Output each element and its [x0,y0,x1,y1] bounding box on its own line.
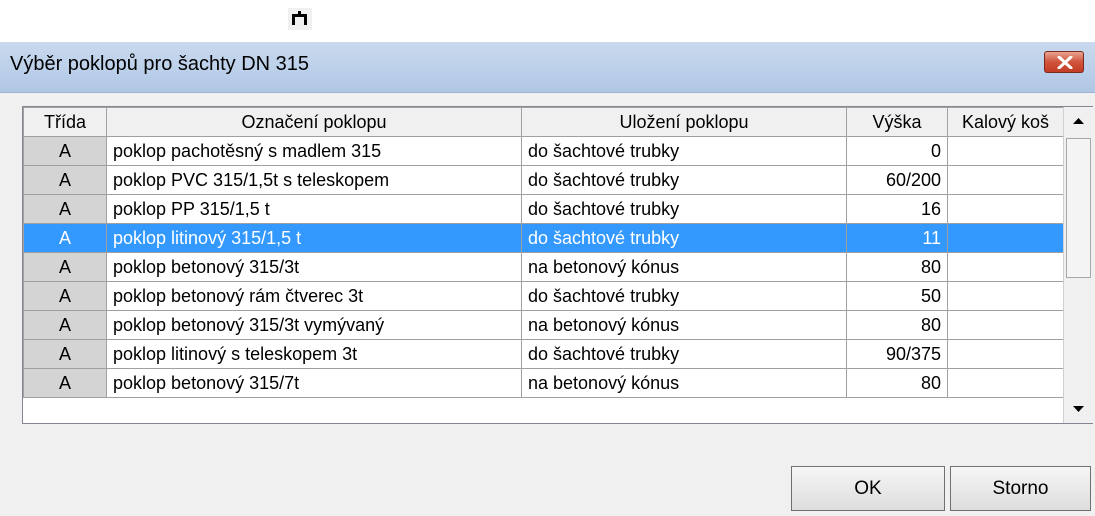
cell-trida[interactable]: A [23,165,107,195]
cell-oznaceni[interactable]: poklop litinový s teleskopem 3t [106,339,522,369]
cell-kalovy-kos[interactable] [947,136,1064,166]
cell-ulozeni[interactable]: do šachtové trubky [521,339,847,369]
close-icon [1057,56,1073,69]
cell-trida[interactable]: A [23,339,107,369]
cell-vyska[interactable]: 60/200 [846,165,948,195]
cell-ulozeni[interactable]: do šachtové trubky [521,136,847,166]
table-row[interactable]: Apoklop betonový 315/3t vymývaný na beton… [23,310,1064,340]
close-button[interactable] [1044,51,1084,73]
cell-trida[interactable]: A [23,136,107,166]
cell-oznaceni[interactable]: poklop betonový 315/3t [106,252,522,282]
scroll-down-button[interactable] [1064,394,1093,423]
cell-trida[interactable]: A [23,368,107,398]
cell-oznaceni[interactable]: poklop betonový 315/3t vymývaný [106,310,522,340]
column-header-kalovy-kos[interactable]: Kalový koš [947,107,1064,137]
cell-vyska[interactable]: 16 [846,194,948,224]
scroll-thumb[interactable] [1066,138,1091,278]
ok-button[interactable]: OK [791,466,945,511]
cell-oznaceni[interactable]: poklop betonový 315/7t [106,368,522,398]
cell-oznaceni[interactable]: poklop betonový rám čtverec 3t [106,281,522,311]
table-row[interactable]: Apoklop betonový 315/7t na betonový kónus… [23,368,1064,398]
table-row[interactable]: Apoklop betonový rám čtverec 3t do šachto… [23,281,1064,311]
cell-ulozeni[interactable]: do šachtové trubky [521,165,847,195]
cell-trida[interactable]: A [23,194,107,224]
cell-kalovy-kos[interactable] [947,252,1064,282]
column-header-vyska[interactable]: Výška [846,107,948,137]
scroll-up-button[interactable] [1064,107,1093,136]
dialog-window: Výběr poklopů pro šachty DN 315 Třída Oz… [0,42,1095,516]
column-header-oznaceni[interactable]: Označení poklopu [106,107,522,137]
table-row[interactable]: Apoklop betonový 315/3t na betonový kónus… [23,252,1064,282]
column-header-ulozeni[interactable]: Uložení poklopu [521,107,847,137]
cell-trida[interactable]: A [23,281,107,311]
title-bar[interactable]: Výběr poklopů pro šachty DN 315 [0,42,1095,93]
cell-kalovy-kos[interactable] [947,165,1064,195]
column-header-trida[interactable]: Třída [23,107,107,137]
arrow-down-icon [1073,406,1084,412]
cell-oznaceni[interactable]: poklop pachotěsný s madlem 315 [106,136,522,166]
cell-ulozeni[interactable]: do šachtové trubky [521,281,847,311]
table-row[interactable]: Apoklop PP 315/1,5 t do šachtové trubky 16 [23,194,1064,224]
cell-vyska[interactable]: 80 [846,310,948,340]
cell-kalovy-kos[interactable] [947,194,1064,224]
cancel-button[interactable]: Storno [950,466,1091,511]
cell-ulozeni[interactable]: na betonový kónus [521,252,847,282]
cell-ulozeni[interactable]: do šachtové trubky [521,194,847,224]
cell-ulozeni[interactable]: na betonový kónus [521,310,847,340]
cell-kalovy-kos[interactable] [947,368,1064,398]
cell-oznaceni[interactable]: poklop PP 315/1,5 t [106,194,522,224]
manhole-icon [288,8,312,30]
cell-trida[interactable]: A [23,310,107,340]
dialog-title: Výběr poklopů pro šachty DN 315 [10,53,310,75]
cell-kalovy-kos[interactable] [947,339,1064,369]
vertical-scrollbar[interactable] [1063,107,1093,423]
table-row[interactable]: Apoklop PVC 315/1,5t s teleskopem do šach… [23,165,1064,195]
table-row[interactable]: Apoklop litinový s teleskopem 3t do šacht… [23,339,1064,369]
table-row[interactable]: Apoklop litinový 315/1,5 t do šachtové tr… [23,223,1064,253]
table-header: Třída Označení poklopu Uložení poklopu V… [23,107,1064,137]
table-row[interactable]: Apoklop pachotěsný s madlem 315 do šachto… [23,136,1064,166]
poklop-table: Třída Označení poklopu Uložení poklopu V… [23,107,1064,398]
cell-kalovy-kos[interactable] [947,310,1064,340]
arrow-up-icon [1073,118,1084,124]
cell-kalovy-kos[interactable] [947,281,1064,311]
cell-trida[interactable]: A [23,223,107,253]
cell-vyska[interactable]: 90/375 [846,339,948,369]
cell-kalovy-kos[interactable] [947,223,1064,253]
cell-trida[interactable]: A [23,252,107,282]
cell-vyska[interactable]: 0 [846,136,948,166]
top-strip [0,0,1095,42]
cell-ulozeni[interactable]: na betonový kónus [521,368,847,398]
cell-vyska[interactable]: 80 [846,368,948,398]
cell-vyska[interactable]: 11 [846,223,948,253]
cell-oznaceni[interactable]: poklop PVC 315/1,5t s teleskopem [106,165,522,195]
cell-ulozeni[interactable]: do šachtové trubky [521,223,847,253]
cell-vyska[interactable]: 50 [846,281,948,311]
cell-oznaceni[interactable]: poklop litinový 315/1,5 t [106,223,522,253]
cell-vyska[interactable]: 80 [846,252,948,282]
poklop-grid[interactable]: Třída Označení poklopu Uložení poklopu V… [22,106,1093,424]
